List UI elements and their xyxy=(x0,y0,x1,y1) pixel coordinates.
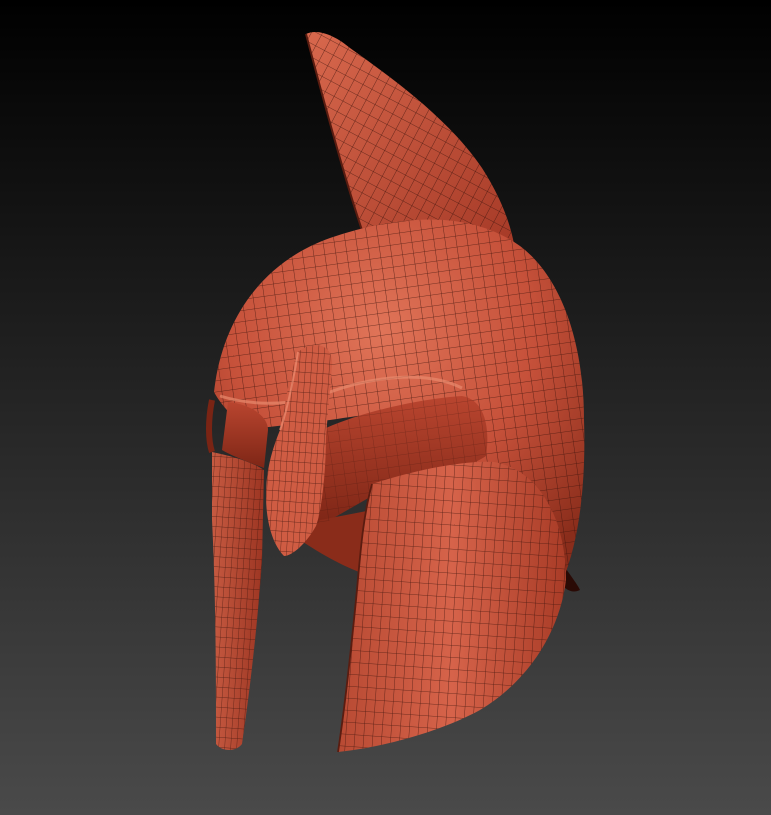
viewport-canvas xyxy=(0,0,771,815)
3d-viewport[interactable] xyxy=(0,0,771,815)
